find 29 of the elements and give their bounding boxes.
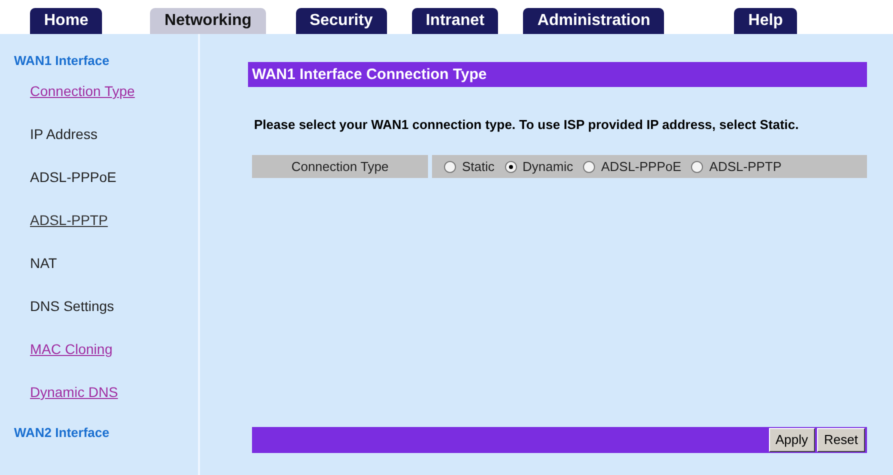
nav-tab[interactable]: Help bbox=[734, 8, 797, 34]
radio-button[interactable] bbox=[583, 160, 596, 172]
radio-label: Dynamic bbox=[522, 158, 574, 176]
nav-tab[interactable]: Home bbox=[30, 8, 102, 34]
instruction-text: Please select your WAN1 connection type. To use ISP provided IP address, select Static. bbox=[253, 117, 800, 133]
field-label: Connection Type bbox=[252, 155, 428, 178]
nav-item[interactable]: ADSL-PPPoE bbox=[30, 168, 116, 186]
nav-tab[interactable]: Administration bbox=[523, 8, 664, 34]
nav-link[interactable]: MAC Cloning bbox=[30, 340, 112, 358]
section-heading: WAN1 Interface bbox=[14, 52, 110, 70]
nav-link[interactable]: ADSL-PPTP bbox=[30, 211, 108, 229]
nav-tab[interactable]: Security bbox=[296, 8, 387, 34]
form-button[interactable]: Reset bbox=[817, 428, 865, 452]
radio-button[interactable] bbox=[691, 160, 704, 172]
radio-button[interactable] bbox=[504, 160, 517, 172]
radio-label: Static bbox=[462, 158, 495, 176]
nav-tab[interactable]: Networking bbox=[150, 8, 266, 34]
nav-link[interactable]: Connection Type bbox=[30, 82, 135, 100]
radio-label: ADSL-PPTP bbox=[709, 158, 782, 176]
section-heading: WAN2 Interface bbox=[14, 424, 110, 442]
nav-item[interactable]: NAT bbox=[30, 254, 57, 272]
form-button[interactable]: Apply bbox=[768, 428, 816, 452]
section-title: WAN1 Interface Connection Type bbox=[248, 62, 867, 87]
radio-button[interactable] bbox=[444, 160, 456, 172]
nav-item[interactable]: DNS Settings bbox=[30, 297, 114, 315]
nav-tab[interactable]: Intranet bbox=[412, 8, 498, 34]
nav-link[interactable]: Dynamic DNS bbox=[30, 383, 118, 401]
radio-label: ADSL-PPPoE bbox=[601, 158, 682, 176]
nav-item[interactable]: IP Address bbox=[30, 125, 98, 143]
